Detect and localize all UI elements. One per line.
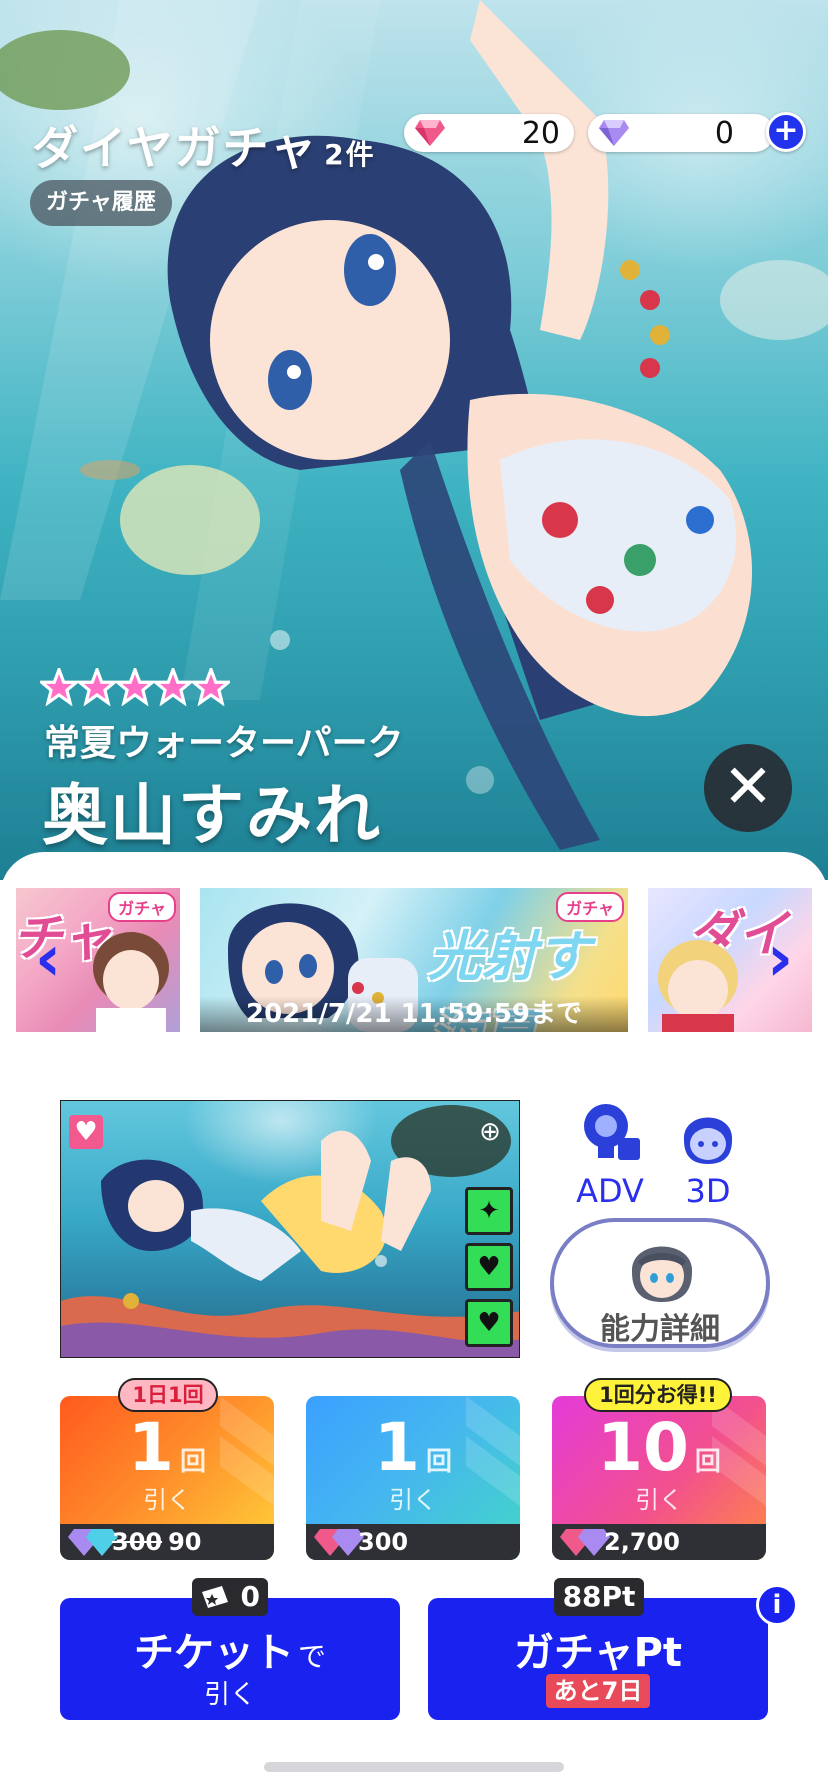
paid-diamond-counter: 20 [404,114,574,152]
daily-limit-badge: 1日1回 [118,1378,218,1412]
banner-right-character [658,940,738,1032]
close-button[interactable]: ✕ [704,744,792,832]
ticket-draw-sub: 引く [203,1680,256,1710]
draw-action: 引く [143,1486,191,1514]
star-icon [40,668,78,706]
banner-main-tag: ガチャ [556,892,624,922]
ticket-draw-suffix: で [297,1640,326,1673]
star-icon [154,668,192,706]
draw-count-unit: 回 [179,1447,206,1477]
draw-single-button[interactable]: 1回 引く 300 [306,1396,520,1560]
price: 2,700 [604,1528,680,1556]
rarity-stars [40,668,230,706]
page-title: ダイヤガチャ 2件 [32,112,376,178]
ticket-draw-button[interactable]: チケットで 引く [60,1598,400,1720]
gacha-count: 2件 [324,138,376,171]
ticket-icon [202,1586,228,1608]
price: 300 [358,1528,409,1556]
draw-count-number: 1 [374,1409,420,1486]
favorite-heart-icon[interactable]: ♥ [69,1115,103,1149]
gacha-pt-button[interactable]: ガチャPt あと7日 [428,1598,768,1720]
gacha-history-button[interactable]: ガチャ履歴 [30,180,172,226]
attribute-heart-sparkle-icon: ♥ [465,1243,513,1291]
free-diamond-counter: 0 [588,114,774,152]
draw-count-unit: 回 [694,1447,721,1477]
free-diamond-value: 0 [714,116,734,151]
paid-diamond-value: 20 [521,116,560,151]
info-icon[interactable]: i [756,1584,798,1626]
attribute-heart-icon: ♥ [465,1299,513,1347]
banner-main[interactable]: 光射す海夏 ガチャ 2021/7/21 11:59:59まで [200,888,628,1032]
gacha-pt-label: ガチャPt [513,1630,683,1676]
draw-count-number: 1 [128,1409,174,1486]
3d-label: 3D [685,1172,731,1210]
draw-action: 引く [389,1486,437,1514]
banner-left-tag: ガチャ [108,892,176,922]
3d-button[interactable]: 3D [658,1100,758,1210]
draw-count-unit: 回 [425,1447,452,1477]
ticket-draw-label: チケット [133,1630,294,1676]
ticket-draw-main: チケットで [60,1620,400,1678]
adv-label: ADV [576,1172,644,1210]
price: 90 [168,1528,202,1556]
banner-carousel[interactable]: チャ ガチャ 光射す海夏 ガチャ 2021/7/21 11:59:59まで ダイ [0,888,828,1032]
ability-details-button[interactable]: 能力詳細 [550,1218,770,1348]
card-preview-art [61,1105,519,1357]
price-text: 300 90 [112,1524,202,1560]
card-preview-image[interactable]: ♥ ⊕ ✦ ♥ ♥ [60,1100,520,1358]
banner-deadline: 2021/7/21 11:59:59まで [200,996,628,1032]
old-price: 300 [112,1528,163,1556]
3d-model-icon [683,1117,733,1164]
price-bar: 2,700 [552,1524,766,1560]
gacha-title-text: ダイヤガチャ [32,121,319,175]
attribute-sparkle-heart-icon: ✦ [465,1187,513,1235]
star-icon [78,668,116,706]
draw-action: 引く [635,1486,683,1514]
draw-ten-button[interactable]: 10 回 引く 2,700 [552,1396,766,1560]
draw-count-number: 10 [597,1409,689,1486]
draw-single-daily-button[interactable]: 1回 引く 300 90 [60,1396,274,1560]
card-subtitle: 常夏ウォーターパーク [44,723,404,764]
gacha-pt-remaining: あと7日 [546,1674,650,1708]
banner-next-arrow[interactable]: › [762,927,798,991]
character-name: 奥山すみれ [42,777,382,854]
price-bar: 300 [306,1524,520,1560]
free-diamond-icon [599,120,629,146]
zoom-icon[interactable]: ⊕ [473,1117,507,1151]
adv-button[interactable]: ADV [560,1100,660,1210]
add-diamond-button[interactable]: + [766,112,806,152]
character-face-icon [631,1246,693,1302]
banner-left-character [93,932,169,1032]
star-icon [116,668,154,706]
home-indicator[interactable] [264,1762,564,1772]
ability-details-label: 能力詳細 [600,1312,720,1347]
banner-prev-arrow[interactable]: ‹ [30,927,66,991]
paid-diamond-icon [415,120,445,146]
star-icon [192,668,230,706]
ticket-count-badge: 0 [192,1578,268,1616]
gacha-pt-points: 88Pt [554,1578,644,1616]
bonus-badge: 1回分お得!! [584,1378,732,1412]
ticket-count: 0 [240,1580,260,1613]
hero-illustration: ダイヤガチャ 2件 ガチャ履歴 20 0 + 常夏ウォーターパーク 奥山すみれ ✕ [0,0,828,880]
camera-icon [584,1104,640,1160]
price-bar: 300 90 [60,1524,274,1560]
